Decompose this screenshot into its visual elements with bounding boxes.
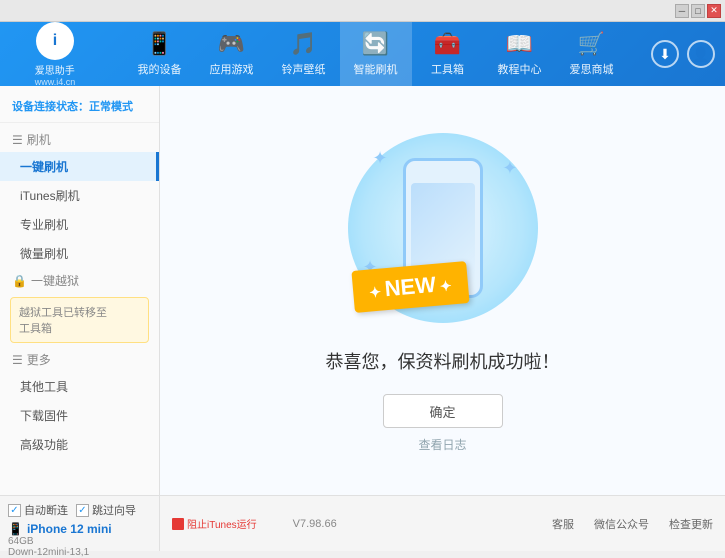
header: i 爱思助手 www.i4.cn 📱 我的设备 🎮 应用游戏 🎵 铃声壁纸 🔄 … — [0, 22, 725, 86]
sidebar-item-itunes-flash[interactable]: iTunes刷机 — [0, 181, 159, 210]
sidebar-item-pro-flash[interactable]: 专业刷机 — [0, 210, 159, 239]
nav-my-device[interactable]: 📱 我的设备 — [124, 22, 196, 86]
my-device-label: 我的设备 — [138, 61, 182, 77]
maximize-button[interactable]: □ — [691, 4, 705, 18]
ringtones-icon: 🎵 — [290, 31, 317, 57]
main-content: NEW ✦ ✦ ✦ 恭喜您，保资料刷机成功啦！ 确定 查看日志 — [160, 86, 725, 495]
sidebar-item-micro-flash[interactable]: 微量刷机 — [0, 239, 159, 268]
ringtones-label: 铃声壁纸 — [282, 61, 326, 77]
sidebar-item-other-tools[interactable]: 其他工具 — [0, 372, 159, 401]
version-number: V7.98.66 — [293, 518, 337, 530]
mall-icon: 🛒 — [578, 31, 605, 57]
bottom-checkboxes: ✓ 自动断连 ✓ 跳过向导 — [8, 502, 151, 518]
more-section-icon: ☰ — [12, 353, 23, 367]
itunes-status[interactable]: 阻止iTunes运行 — [172, 516, 257, 531]
tutorials-icon: 📖 — [506, 31, 533, 57]
nav-mall[interactable]: 🛒 爱思商城 — [556, 22, 628, 86]
itunes-status-label: 阻止iTunes运行 — [187, 516, 257, 531]
success-message: 恭喜您，保资料刷机成功啦！ — [326, 348, 560, 374]
toolbox-label: 工具箱 — [431, 61, 464, 77]
sparkle-icon-2: ✦ — [502, 158, 517, 179]
stop-icon — [172, 518, 184, 530]
toolbox-icon: 🧰 — [434, 31, 461, 57]
section-more-title: ☰ 更多 — [0, 347, 159, 372]
sidebar-item-advanced[interactable]: 高级功能 — [0, 430, 159, 459]
nav-smart-flash[interactable]: 🔄 智能刷机 — [340, 22, 412, 86]
sidebar-item-onekey-flash[interactable]: 一键刷机 — [0, 152, 159, 181]
minimize-button[interactable]: ─ — [675, 4, 689, 18]
my-device-icon: 📱 — [146, 31, 173, 57]
app-name: 爱思助手 — [35, 62, 76, 77]
auto-disconnect-label: 自动断连 — [24, 502, 68, 518]
title-bar: ─ □ ✕ — [0, 0, 725, 22]
jump-link[interactable]: 查看日志 — [418, 436, 466, 453]
smart-flash-icon: 🔄 — [362, 31, 389, 57]
nav-toolbox[interactable]: 🧰 工具箱 — [412, 22, 484, 86]
flash-section-icon: ☰ — [12, 133, 23, 147]
customer-service-link[interactable]: 客服 — [552, 516, 574, 532]
sidebar-item-download-firmware[interactable]: 下载固件 — [0, 401, 159, 430]
bottom-left-section: ✓ 自动断连 ✓ 跳过向导 📱 iPhone 12 mini 64GB Down… — [0, 496, 160, 551]
confirm-button[interactable]: 确定 — [383, 394, 503, 428]
device-name: iPhone 12 mini — [27, 522, 112, 536]
nav-tutorials[interactable]: 📖 教程中心 — [484, 22, 556, 86]
device-info: 📱 iPhone 12 mini 64GB Down-12mini-13,1 — [8, 522, 151, 558]
sparkle-icon-1: ✦ — [373, 148, 388, 169]
jailbreak-section-label: 一键越狱 — [31, 272, 79, 289]
user-button[interactable]: 👤 — [687, 40, 715, 68]
nav-right-buttons: ⬇ 👤 — [651, 40, 715, 68]
auto-disconnect-check-icon: ✓ — [8, 504, 21, 517]
status-label: 设备连接状态： — [12, 101, 89, 113]
skip-wizard-label: 跳过向导 — [92, 502, 136, 518]
section-flash-title: ☰ 刷机 — [0, 127, 159, 152]
section-jailbreak-title: 🔒 一键越狱 — [0, 268, 159, 293]
nav-apps-games[interactable]: 🎮 应用游戏 — [196, 22, 268, 86]
logo-area: i 爱思助手 www.i4.cn — [10, 22, 100, 87]
sidebar: 设备连接状态：正常模式 ☰ 刷机 一键刷机 iTunes刷机 专业刷机 微量刷机… — [0, 86, 160, 495]
nav-items: 📱 我的设备 🎮 应用游戏 🎵 铃声壁纸 🔄 智能刷机 🧰 工具箱 📖 教程中心… — [100, 22, 651, 86]
apps-games-label: 应用游戏 — [210, 61, 254, 77]
window-controls[interactable]: ─ □ ✕ — [675, 4, 721, 18]
more-section-label: 更多 — [27, 351, 51, 368]
tutorials-label: 教程中心 — [498, 61, 542, 77]
jailbreak-notice: 越狱工具已转移至工具箱 — [10, 297, 149, 343]
phone-small-icon: 📱 — [8, 522, 23, 536]
website: www.i4.cn — [35, 77, 76, 87]
auto-disconnect-checkbox[interactable]: ✓ 自动断连 — [8, 502, 68, 518]
hero-illustration: NEW ✦ ✦ ✦ — [343, 128, 543, 328]
main-area: 设备连接状态：正常模式 ☰ 刷机 一键刷机 iTunes刷机 专业刷机 微量刷机… — [0, 86, 725, 495]
flash-section-label: 刷机 — [27, 131, 51, 148]
logo-subtitle: 爱思助手 www.i4.cn — [35, 62, 76, 87]
bottom-status-bar: ✓ 自动断连 ✓ 跳过向导 📱 iPhone 12 mini 64GB Down… — [0, 495, 725, 551]
skip-wizard-check-icon: ✓ — [76, 504, 89, 517]
device-model: Down-12mini-13,1 — [8, 547, 151, 558]
close-button[interactable]: ✕ — [707, 4, 721, 18]
logo-icon: i — [36, 22, 74, 60]
wechat-link[interactable]: 微信公众号 — [594, 516, 649, 532]
lock-icon: 🔒 — [12, 274, 27, 288]
connection-status: 设备连接状态：正常模式 — [0, 94, 159, 123]
skip-wizard-checkbox[interactable]: ✓ 跳过向导 — [76, 502, 136, 518]
check-update-link[interactable]: 检查更新 — [669, 516, 713, 532]
nav-ringtones[interactable]: 🎵 铃声壁纸 — [268, 22, 340, 86]
smart-flash-label: 智能刷机 — [354, 61, 398, 77]
mall-label: 爱思商城 — [570, 61, 614, 77]
device-storage: 64GB — [8, 536, 151, 547]
bottom-right-section: 阻止iTunes运行 V7.98.66 客服 微信公众号 检查更新 — [160, 496, 725, 551]
apps-games-icon: 🎮 — [218, 31, 245, 57]
status-value: 正常模式 — [89, 101, 133, 113]
download-button[interactable]: ⬇ — [651, 40, 679, 68]
